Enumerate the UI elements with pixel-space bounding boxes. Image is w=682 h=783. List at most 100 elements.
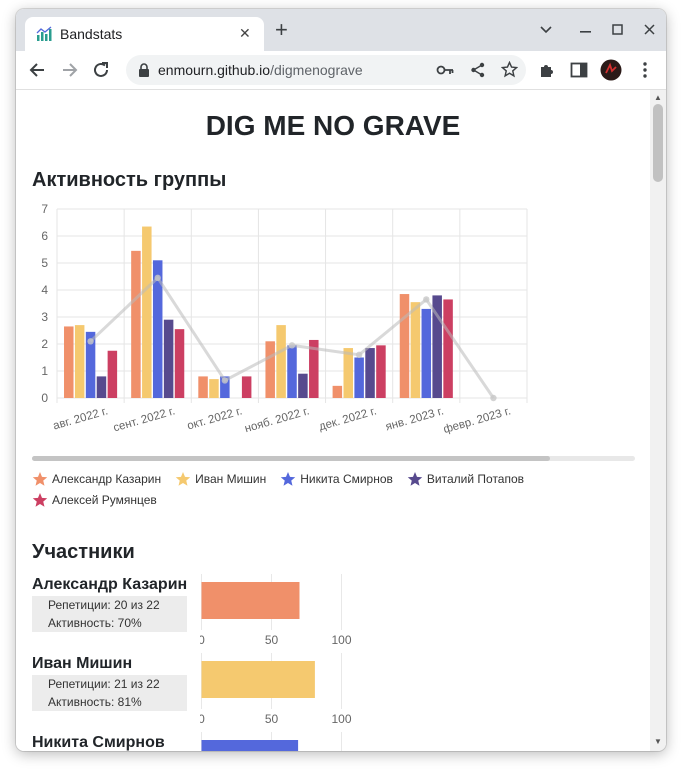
activity-percent: Активность: 81% [48,695,142,709]
line-point[interactable] [221,377,229,384]
maximize-icon[interactable] [612,24,624,36]
star-marker-icon [32,493,48,507]
y-tick-label: 1 [41,364,48,378]
tab-bandstats[interactable]: Bandstats ✕ [25,17,264,51]
legend-item[interactable]: Никита Смирнов [280,470,393,487]
browser-window: Bandstats ✕ + enmourn.github.io/digmenog… [16,9,666,751]
chart-bar[interactable] [96,376,107,398]
member-stats: Репетиции: 20 из 22 Активность: 70% [32,596,187,632]
chart-bar[interactable] [399,294,410,398]
chart-bar[interactable] [142,226,152,398]
chart-bar[interactable] [365,348,375,398]
star-icon[interactable] [501,61,518,78]
activity-bar-chart: 0 1 2 3 4 5 6 7 авг. 2022 г. сент. 2022 г. окт. 20… [41,202,528,436]
member-axis-tick: 100 [331,633,351,647]
member-axis-tick: 0 [200,633,205,647]
member-axis-tick: 50 [265,712,279,726]
new-tab-button[interactable]: + [275,19,288,41]
close-tab-icon[interactable]: ✕ [239,25,251,42]
x-tick-label: нояб. 2022 г. [243,405,310,435]
chart-bar[interactable] [443,299,453,398]
profile-avatar-icon[interactable] [600,59,622,81]
chart-bar[interactable] [287,345,297,398]
line-point[interactable] [288,342,296,349]
chart-bar[interactable] [298,373,308,398]
rehearsals-count: Репетиции: 20 из 22 [48,598,160,612]
chart-scroll-thumb[interactable] [32,456,550,461]
star-marker-icon [175,471,191,486]
chart-bar[interactable] [354,357,364,399]
chart-bar[interactable] [163,319,174,398]
x-tick-label: янв. 2023 г. [384,405,445,433]
y-tick-label: 5 [41,256,48,270]
member-activity-chart: 050100 [201,732,342,751]
member-activity-bar[interactable] [201,582,300,619]
tab-title: Bandstats [60,26,123,42]
y-tick-label: 2 [41,337,48,351]
legend-label: Виталий Потапов [426,471,525,486]
back-arrow-icon[interactable] [27,59,49,81]
legend-item[interactable]: Алексей Румянцев [32,492,157,509]
x-tick-label: сент. 2022 г. [112,405,176,434]
line-point[interactable] [154,274,161,282]
chart-bar[interactable] [64,326,74,398]
page-scrollbar[interactable]: ▲ ▼ [650,90,666,751]
reload-icon[interactable] [90,59,112,81]
chart-bar[interactable] [198,376,208,398]
star-marker-icon [32,471,48,486]
member-activity-bar[interactable] [201,661,315,698]
chart-legend: Александр Казарин Иван Мишин Никита Смирно… [32,470,632,513]
chevron-down-icon[interactable] [540,26,552,34]
chart-bar[interactable] [343,348,353,398]
chart-bar[interactable] [174,329,185,398]
chart-bar[interactable] [241,376,252,398]
browser-toolbar: enmourn.github.io/digmenograve [16,51,666,90]
member-stats: Репетиции: 21 из 22 Активность: 81% [32,675,187,711]
legend-item[interactable]: Иван Мишин [175,470,266,487]
legend-label: Иван Мишин [195,471,267,486]
chart-bar[interactable] [74,325,85,398]
key-icon[interactable] [436,63,454,77]
star-marker-icon [281,471,296,486]
chart-bar[interactable] [410,302,421,398]
lock-icon [139,63,149,77]
member-activity-chart: 050100 [200,653,352,726]
line-point[interactable] [355,351,363,358]
kebab-menu-icon[interactable] [635,60,655,80]
x-tick-label: окт. 2022 г. [186,405,244,432]
rehearsals-count: Репетиции: 21 из 22 [48,677,160,691]
legend-item[interactable]: Александр Казарин [32,470,161,487]
side-panel-icon[interactable] [569,60,589,80]
member-name: Александр Казарин [32,576,188,593]
star-marker-icon [407,471,423,486]
member-activity-bar[interactable] [201,740,299,751]
x-tick-label: авг. 2022 г. [52,405,110,432]
member-axis-tick: 50 [265,633,279,647]
y-tick-label: 7 [41,202,48,216]
chart-bar[interactable] [421,308,432,398]
chart-bar[interactable] [276,325,286,398]
chart-bar[interactable] [265,341,275,398]
close-window-icon[interactable] [644,24,656,36]
chart-bar[interactable] [209,379,219,398]
chart-horizontal-scrollbar[interactable] [32,456,635,461]
line-point[interactable] [490,394,497,402]
member-name: Иван Мишин [32,655,133,672]
scroll-up-arrow-icon[interactable]: ▲ [654,93,662,102]
line-point[interactable] [87,338,94,345]
address-bar[interactable]: enmourn.github.io/digmenograve [126,55,526,85]
page-scroll-thumb[interactable] [653,104,663,182]
line-point[interactable] [423,296,430,303]
legend-item[interactable]: Виталий Потапов [407,470,524,487]
chart-bar[interactable] [107,350,118,398]
chart-bar[interactable] [332,385,343,398]
extensions-puzzle-icon[interactable] [537,60,557,80]
share-icon[interactable] [470,62,486,78]
member-name: Никита Смирнов [32,734,165,751]
chart-bar[interactable] [131,250,141,398]
minimize-icon[interactable] [580,31,592,33]
legend-label: Алексей Румянцев [52,493,157,507]
forward-arrow-icon[interactable] [58,59,80,81]
scroll-down-arrow-icon[interactable]: ▼ [654,737,662,746]
chart-bar[interactable] [376,345,386,398]
